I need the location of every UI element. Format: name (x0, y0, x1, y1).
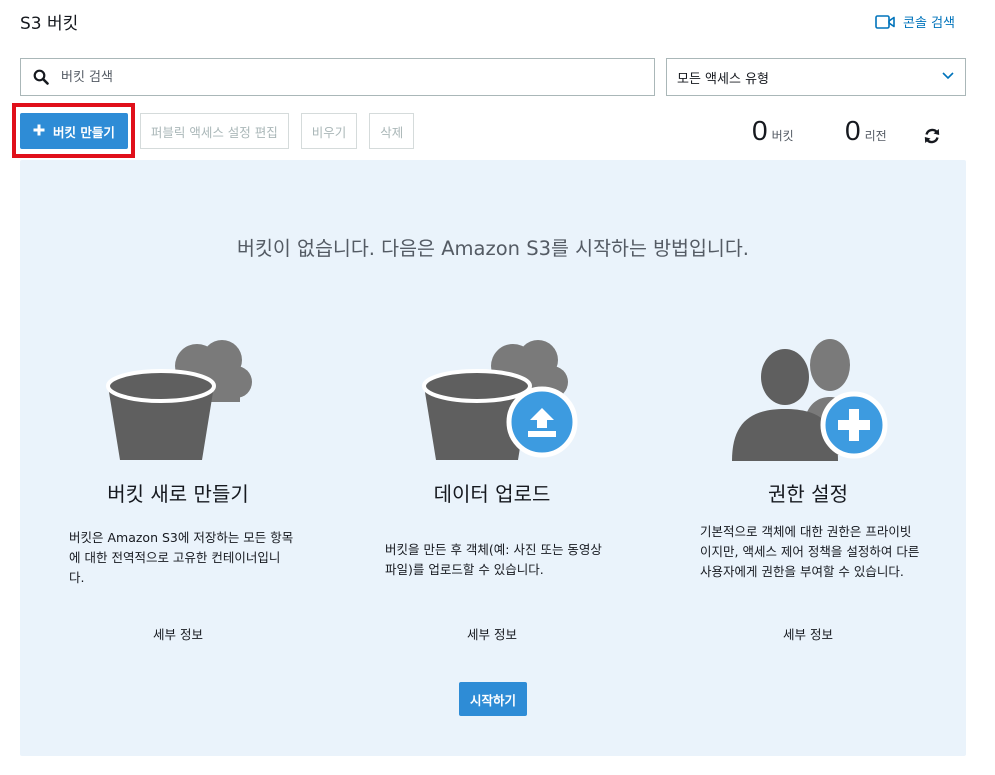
bucket-upload-icon (418, 338, 578, 466)
bucket-count-label: 버킷 (771, 129, 794, 143)
empty-state-panel: 버킷이 없습니다. 다음은 Amazon S3를 시작하는 방법입니다. 버킷 … (20, 160, 966, 756)
delete-bucket-button[interactable]: 삭제 (369, 113, 415, 149)
bucket-toolbar: 버킷 만들기 퍼블릭 액세스 설정 편집 비우기 삭제 (20, 113, 415, 149)
region-count-label: 리전 (864, 129, 887, 143)
empty-state-heading: 버킷이 없습니다. 다음은 Amazon S3를 시작하는 방법입니다. (237, 237, 749, 260)
create-bucket-button[interactable]: 버킷 만들기 (20, 113, 128, 149)
bucket-count: 0 버킷 (752, 115, 794, 147)
video-camera-icon (875, 14, 895, 30)
users-add-icon (730, 335, 890, 469)
create-bucket-description: 버킷은 Amazon S3에 저장하는 모든 항목에 대한 전역적으로 고유한 … (69, 530, 294, 585)
search-icon (21, 69, 61, 85)
plus-icon (33, 124, 45, 139)
set-permissions-details-link[interactable]: 세부 정보 (728, 624, 888, 643)
upload-data-title: 데이터 업로드 (433, 482, 551, 506)
edit-public-access-button[interactable]: 퍼블릭 액세스 설정 편집 (139, 113, 289, 149)
create-bucket-details-link[interactable]: 세부 정보 (98, 624, 258, 643)
chevron-down-icon (941, 70, 955, 85)
region-count-value: 0 (845, 115, 861, 146)
access-type-select[interactable]: 모든 액세스 유형 (666, 58, 966, 96)
get-started-button[interactable]: 시작하기 (459, 682, 527, 716)
bucket-search-box[interactable] (20, 58, 655, 96)
empty-bucket-button[interactable]: 비우기 (300, 113, 358, 149)
upload-data-details-link[interactable]: 세부 정보 (412, 624, 572, 643)
bucket-search-input[interactable] (61, 69, 641, 85)
console-search-label: 콘솔 검색 (903, 16, 955, 31)
bucket-count-value: 0 (752, 115, 768, 146)
region-count: 0 리전 (845, 115, 887, 147)
console-search-link[interactable]: 콘솔 검색 (875, 12, 955, 31)
bucket-cloud-icon (102, 338, 254, 466)
page-title: S3 버킷 (20, 14, 79, 34)
create-bucket-title: 버킷 새로 만들기 (107, 482, 249, 506)
refresh-icon[interactable] (922, 126, 942, 146)
create-bucket-label: 버킷 만들기 (53, 124, 115, 140)
access-type-selected: 모든 액세스 유형 (677, 71, 769, 87)
upload-data-description: 버킷을 만든 후 객체(예: 사진 또는 동영상 파일)를 업로드할 수 있습니… (385, 542, 602, 577)
set-permissions-title: 권한 설정 (768, 482, 848, 506)
set-permissions-description: 기본적으로 객체에 대한 권한은 프라이빗이지만, 액세스 제어 정책을 설정하… (700, 524, 920, 579)
